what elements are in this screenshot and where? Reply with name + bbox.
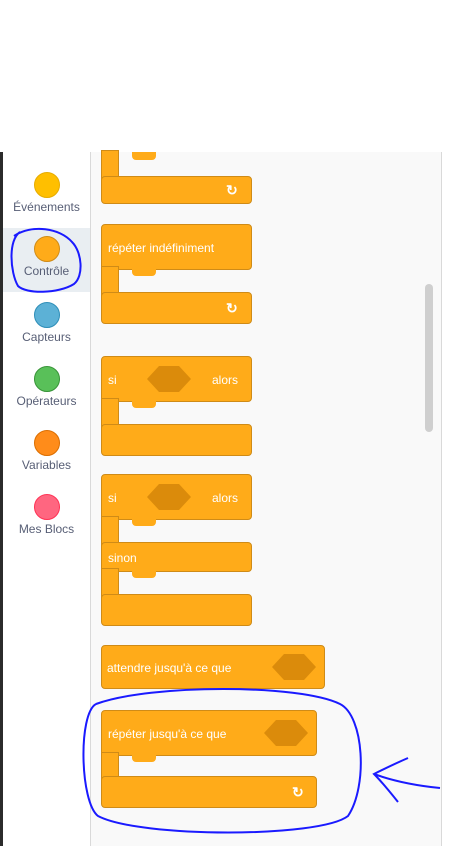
- loop-arrow-icon: ↻: [292, 784, 304, 800]
- category-label: Événements: [13, 200, 80, 214]
- block-label-else: sinon: [108, 551, 137, 565]
- if-else-block[interactable]: si alors: [101, 474, 252, 520]
- variables-color-icon: [33, 430, 60, 456]
- operators-color-icon: [33, 366, 60, 392]
- boolean-slot[interactable]: [272, 654, 316, 680]
- block-label: répéter indéfiniment: [108, 241, 215, 255]
- category-sensing[interactable]: Capteurs: [3, 302, 90, 344]
- inner-notch: [132, 268, 156, 276]
- category-variables[interactable]: Variables: [3, 430, 90, 472]
- block-label: répéter jusqu'à ce que: [108, 727, 227, 741]
- my-blocks-color-icon: [33, 494, 60, 520]
- category-my-blocks[interactable]: Mes Blocs: [3, 494, 90, 536]
- category-label: Contrôle: [23, 264, 70, 278]
- if-then-block[interactable]: si alors: [101, 356, 252, 402]
- category-events[interactable]: Événements: [3, 172, 90, 214]
- control-color-icon: [33, 236, 60, 262]
- boolean-slot[interactable]: [147, 484, 191, 510]
- repeat-forever-block[interactable]: répéter indéfiniment: [101, 224, 252, 270]
- palette-scrollbar[interactable]: [425, 284, 433, 432]
- palette-border: [441, 152, 442, 846]
- partial-block-foot[interactable]: ↻: [101, 176, 252, 204]
- inner-notch: [132, 152, 156, 160]
- category-label: Variables: [21, 458, 72, 472]
- category-control[interactable]: Contrôle: [3, 228, 90, 292]
- block-label: attendre jusqu'à ce que: [107, 661, 232, 675]
- repeat-forever-foot[interactable]: ↻: [101, 292, 252, 324]
- repeat-until-block[interactable]: répéter jusqu'à ce que: [101, 710, 317, 756]
- wait-until-block[interactable]: attendre jusqu'à ce que: [101, 645, 325, 689]
- inner-notch: [132, 570, 156, 578]
- category-menu: Événements Contrôle Capteurs Opérateurs …: [3, 152, 90, 846]
- block-label-if: si: [108, 491, 117, 505]
- events-color-icon: [33, 172, 60, 198]
- category-operators[interactable]: Opérateurs: [3, 366, 90, 408]
- inner-notch: [132, 518, 156, 526]
- boolean-slot[interactable]: [264, 720, 308, 746]
- boolean-slot[interactable]: [147, 366, 191, 392]
- category-label: Capteurs: [22, 330, 71, 344]
- repeat-until-foot[interactable]: ↻: [101, 776, 317, 808]
- block-label-if: si: [108, 373, 117, 387]
- loop-arrow-icon: ↻: [226, 300, 238, 316]
- sensing-color-icon: [33, 302, 60, 328]
- if-then-foot[interactable]: [101, 424, 252, 456]
- block-label-then: alors: [212, 491, 239, 505]
- loop-arrow-icon: ↻: [226, 182, 238, 198]
- category-label: Opérateurs: [16, 394, 77, 408]
- inner-notch: [132, 400, 156, 408]
- inner-notch: [132, 754, 156, 762]
- else-section[interactable]: sinon: [101, 542, 252, 572]
- category-label: Mes Blocs: [18, 522, 75, 536]
- if-else-foot[interactable]: [101, 594, 252, 626]
- block-label-then: alors: [212, 373, 239, 387]
